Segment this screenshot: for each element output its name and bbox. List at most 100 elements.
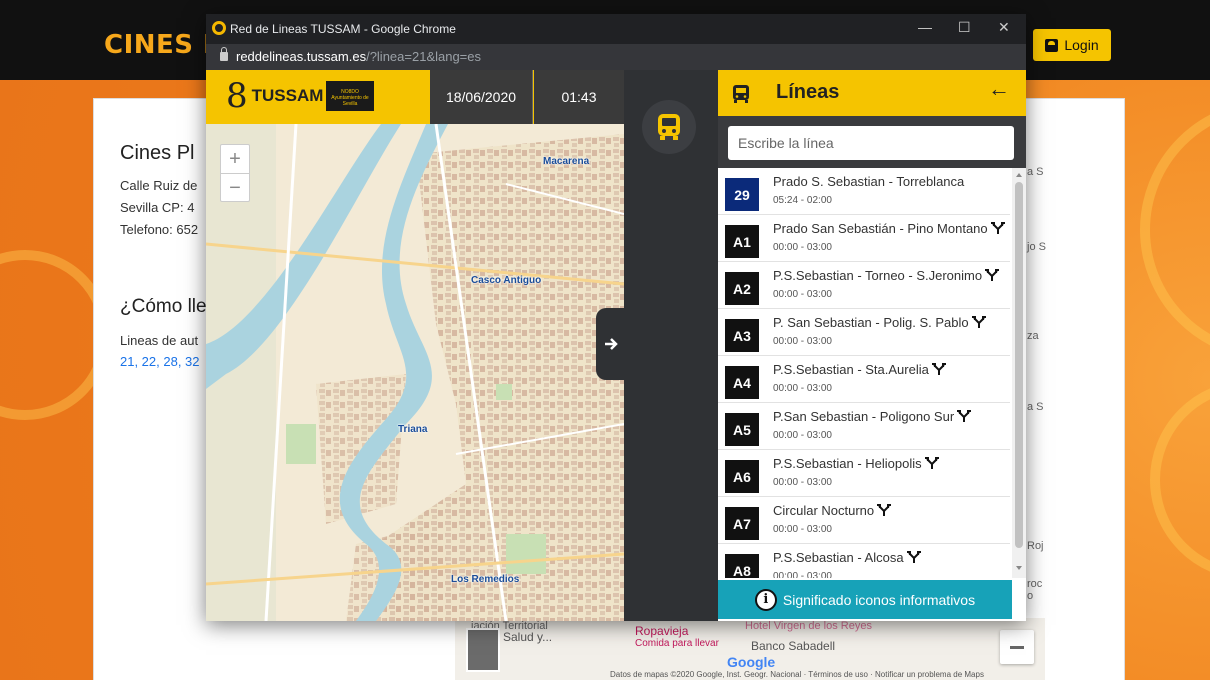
google-logo: Google: [727, 654, 776, 670]
tussam-logo[interactable]: 8 TUSSAM: [226, 76, 323, 116]
lines-panel-header: Líneas ←: [718, 70, 1026, 116]
address-line: Sevilla CP: 4: [120, 200, 195, 215]
route-variant-icon: [985, 269, 1000, 281]
line-name: P. San Sebastian - Polig. S. Pablo: [773, 315, 987, 330]
zoom-out-icon[interactable]: −: [221, 174, 249, 203]
line-name-text: P.S.Sebastian - Heliopolis: [773, 456, 922, 471]
lock-icon: [220, 47, 228, 61]
map-fragment-label: za: [1027, 330, 1039, 342]
line-name: Circular Nocturno: [773, 503, 892, 518]
scroll-down-icon[interactable]: [1016, 566, 1022, 570]
minimize-icon[interactable]: —: [918, 19, 932, 35]
info-icon: i: [754, 588, 777, 611]
scroll-up-icon[interactable]: [1016, 173, 1022, 177]
zoom-out-button[interactable]: [1000, 630, 1034, 664]
lines-title: Líneas: [776, 81, 840, 103]
satellite-toggle[interactable]: [466, 628, 500, 672]
user-badge-icon: [1045, 38, 1059, 52]
map-fragment-label: o: [1027, 590, 1034, 602]
arrow-right-icon: [605, 338, 618, 350]
ayuntamiento-logo: NO8DO Ayuntamiento de Sevilla: [326, 81, 374, 111]
lineas-links[interactable]: 21, 22, 28, 32: [120, 354, 200, 369]
line-code-badge: A1: [725, 225, 759, 258]
decorative-circle: [1150, 380, 1210, 580]
site-logo[interactable]: CINES P: [104, 30, 223, 60]
map-poi-sublabel: Comida para llevar: [635, 638, 719, 649]
line-name-text: P. San Sebastian - Polig. S. Pablo: [773, 315, 969, 330]
bus-icon: [733, 85, 749, 103]
line-hours: 00:00 - 03:00: [773, 524, 832, 535]
phone-line: Telefono: 652: [120, 222, 199, 237]
decorative-circle: [1140, 100, 1210, 360]
line-item-a5[interactable]: A5 P.San Sebastian - Poligono Sur 00:00 - …: [718, 403, 1010, 450]
line-code-badge: A8: [725, 554, 759, 578]
route-variant-icon: [990, 222, 1005, 234]
map-zoom-control: + −: [220, 144, 250, 202]
url-path: /?linea=21&lang=es: [366, 49, 482, 64]
scrollbar-thumb[interactable]: [1015, 182, 1023, 548]
map-poi-label: Hotel Virgen de los Reyes: [745, 620, 872, 632]
tussam-favicon-icon: [212, 21, 226, 35]
route-variant-icon: [957, 410, 972, 422]
line-item-a3[interactable]: A3 P. San Sebastian - Polig. S. Pablo 00:0…: [718, 309, 1010, 356]
line-hours: 00:00 - 03:00: [773, 289, 832, 300]
map-terms[interactable]: Datos de mapas ©2020 Google, Inst. Geogr…: [610, 670, 984, 679]
line-name: Prado San Sebastián - Pino Montano: [773, 221, 1006, 236]
line-code-badge: A2: [725, 272, 759, 305]
map-poi-label: Banco Sabadell: [751, 639, 836, 653]
line-code-badge: A5: [725, 413, 759, 446]
info-icons-button[interactable]: i Significado iconos informativos: [718, 580, 1012, 619]
line-item-29[interactable]: 29 Prado S. Sebastian - Torreblanca 05:24 …: [718, 168, 1010, 215]
line-hours: 00:00 - 03:00: [773, 242, 832, 253]
line-name-text: Circular Nocturno: [773, 503, 875, 518]
map-poi-label: Ropavieja: [635, 624, 689, 638]
current-date: 18/06/2020: [430, 70, 533, 124]
line-hours: 05:24 - 02:00: [773, 195, 832, 206]
list-scrollbar[interactable]: [1012, 168, 1026, 578]
side-toolbar: [624, 70, 718, 621]
tussam-mark-icon: 8: [226, 76, 248, 116]
line-code-badge: A6: [725, 460, 759, 493]
chrome-popup-window: Red de Lineas TUSSAM - Google Chrome — ☐…: [206, 14, 1026, 621]
line-name: P.San Sebastian - Poligono Sur: [773, 409, 972, 424]
bus-icon: [658, 114, 680, 140]
address-line: Calle Ruiz de: [120, 178, 198, 193]
current-time: 01:43: [534, 70, 624, 124]
expand-panel-button[interactable]: [596, 308, 626, 380]
line-name-text: Prado S. Sebastian - Torreblanca: [773, 174, 965, 189]
line-item-a4[interactable]: A4 P.S.Sebastian - Sta.Aurelia 00:00 - 03:…: [718, 356, 1010, 403]
line-item-a2[interactable]: A2 P.S.Sebastian - Torneo - S.Jeronimo 00:…: [718, 262, 1010, 309]
address-bar[interactable]: reddelineas.tussam.es/?linea=21&lang=es: [206, 44, 1026, 70]
route-variant-icon: [931, 363, 946, 375]
map-fragment-label: Roj: [1027, 540, 1044, 552]
line-name-text: P.S.Sebastian - Alcosa: [773, 550, 904, 565]
window-titlebar[interactable]: Red de Lineas TUSSAM - Google Chrome — ☐…: [206, 14, 1026, 44]
map-fragment-label: jo S: [1027, 241, 1046, 253]
line-name-text: P.S.Sebastian - Sta.Aurelia: [773, 362, 929, 377]
map-fragment-label: a S: [1027, 401, 1044, 413]
line-code-badge: 29: [725, 178, 759, 211]
zoom-in-icon[interactable]: +: [221, 145, 249, 174]
line-search-input[interactable]: [728, 126, 1014, 160]
url-domain: reddelineas.tussam.es: [236, 49, 367, 64]
line-item-a8[interactable]: A8 P.S.Sebastian - Alcosa 00:00 - 03:00: [718, 544, 1010, 578]
city-map[interactable]: + − Macarena Casco Antiguo Triana Los Re…: [206, 124, 624, 621]
brand-name: TUSSAM: [251, 86, 324, 105]
line-item-a6[interactable]: A6 P.S.Sebastian - Heliopolis 00:00 - 03:0…: [718, 450, 1010, 497]
background-google-map[interactable]: jación Territorial Salud y... Ropavieja …: [455, 618, 1045, 680]
app-header: 8 TUSSAM NO8DO Ayuntamiento de Sevilla 1…: [206, 70, 624, 124]
bus-lines-button[interactable]: [642, 100, 696, 154]
back-arrow-icon[interactable]: ←: [988, 76, 1010, 102]
map-area-label: Los Remedios: [451, 574, 520, 585]
maximize-icon[interactable]: ☐: [958, 19, 971, 36]
line-hours: 00:00 - 03:00: [773, 336, 832, 347]
search-zone: [718, 116, 1026, 168]
line-name: P.S.Sebastian - Alcosa: [773, 550, 922, 565]
line-item-a1[interactable]: A1 Prado San Sebastián - Pino Montano 00:0…: [718, 215, 1010, 262]
close-icon[interactable]: ✕: [998, 19, 1010, 36]
line-item-a7[interactable]: A7 Circular Nocturno 00:00 - 03:00: [718, 497, 1010, 544]
lines-panel: Líneas ← 29 Prado S. Sebastian - Torrebla…: [718, 70, 1026, 621]
line-hours: 00:00 - 03:00: [773, 430, 832, 441]
route-variant-icon: [877, 504, 892, 516]
login-button[interactable]: Login: [1033, 29, 1111, 61]
